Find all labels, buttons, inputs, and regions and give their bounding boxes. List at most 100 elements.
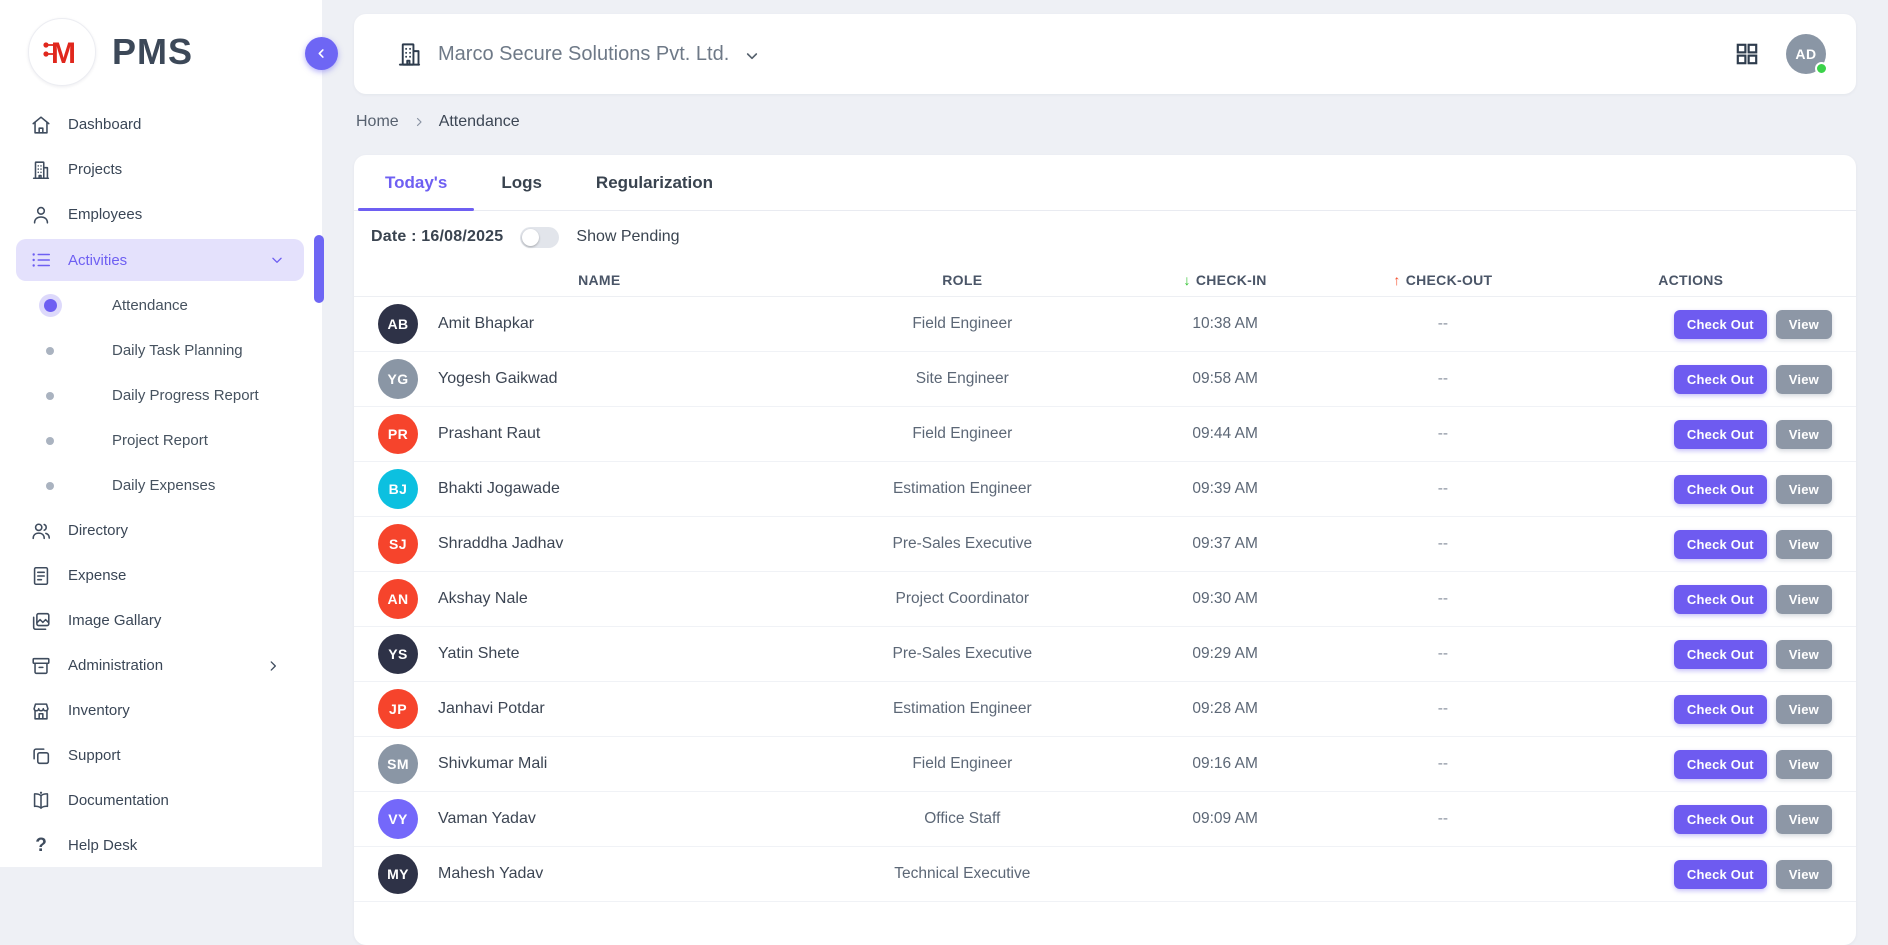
sidebar-item-administration[interactable]: Administration xyxy=(0,643,322,688)
check-in-time: 09:39 AM xyxy=(1120,480,1330,498)
sidebar-item-image-gallery[interactable]: Image Gallary xyxy=(0,598,322,643)
subitem-label: Project Report xyxy=(112,432,208,449)
sidebar-subitem-daily-progress-report[interactable]: Daily Progress Report xyxy=(0,373,322,418)
check-in-time: 09:09 AM xyxy=(1120,810,1330,828)
logo-mark-icon: M xyxy=(28,18,96,86)
employee-role: Estimation Engineer xyxy=(805,480,1120,498)
check-out-button[interactable]: Check Out xyxy=(1674,310,1767,339)
sidebar-subitem-project-report[interactable]: Project Report xyxy=(0,418,322,463)
column-header-check-out[interactable]: ↑CHECK-OUT xyxy=(1330,272,1555,288)
view-button[interactable]: View xyxy=(1776,640,1832,669)
sidebar-subitem-attendance[interactable]: Attendance xyxy=(0,283,322,328)
bullet-dot xyxy=(46,347,54,355)
subitem-label: Daily Task Planning xyxy=(112,342,243,359)
top-header: Marco Secure Solutions Pvt. Ltd. AD xyxy=(354,14,1856,94)
breadcrumb-home[interactable]: Home xyxy=(356,113,399,131)
check-out-button[interactable]: Check Out xyxy=(1674,585,1767,614)
check-in-time: 10:38 AM xyxy=(1120,315,1330,333)
check-out-time: -- xyxy=(1330,480,1555,498)
list-icon xyxy=(30,249,52,271)
check-out-button[interactable]: Check Out xyxy=(1674,805,1767,834)
receipt-icon xyxy=(30,565,52,587)
table-body: ABAmit Bhapkar Field Engineer 10:38 AM -… xyxy=(354,297,1856,902)
view-button[interactable]: View xyxy=(1776,860,1832,889)
office-building-icon xyxy=(396,41,423,68)
sidebar-item-expense[interactable]: Expense xyxy=(0,553,322,598)
sidebar-subitem-daily-task-planning[interactable]: Daily Task Planning xyxy=(0,328,322,373)
sidebar-item-help-desk[interactable]: ? Help Desk xyxy=(0,823,322,868)
apps-grid-icon[interactable] xyxy=(1734,41,1760,67)
image-icon xyxy=(30,610,52,632)
employee-name: Yogesh Gaikwad xyxy=(438,370,558,388)
employee-role: Office Staff xyxy=(805,810,1120,828)
store-icon xyxy=(30,700,52,722)
view-button[interactable]: View xyxy=(1776,365,1832,394)
tab-todays[interactable]: Today's xyxy=(358,155,474,210)
archive-icon xyxy=(30,655,52,677)
arrow-up-icon: ↑ xyxy=(1393,272,1400,288)
user-icon xyxy=(30,204,52,226)
view-button[interactable]: View xyxy=(1776,750,1832,779)
employee-name: Amit Bhapkar xyxy=(438,315,534,333)
sidebar-item-documentation[interactable]: Documentation xyxy=(0,778,322,823)
chevron-right-icon xyxy=(266,659,280,673)
employee-name: Bhakti Jogawade xyxy=(438,480,560,498)
avatar: SJ xyxy=(378,524,418,564)
user-avatar[interactable]: AD xyxy=(1786,34,1826,74)
view-button[interactable]: View xyxy=(1776,805,1832,834)
sidebar-item-label: Directory xyxy=(68,522,128,539)
view-button[interactable]: View xyxy=(1776,310,1832,339)
show-pending-toggle[interactable] xyxy=(520,227,559,248)
view-button[interactable]: View xyxy=(1776,530,1832,559)
column-header-role: ROLE xyxy=(805,272,1120,288)
check-out-button[interactable]: Check Out xyxy=(1674,530,1767,559)
employee-role: Project Coordinator xyxy=(805,590,1120,608)
sidebar-item-inventory[interactable]: Inventory xyxy=(0,688,322,733)
sidebar-item-projects[interactable]: Projects xyxy=(0,147,322,192)
check-out-button[interactable]: Check Out xyxy=(1674,695,1767,724)
employee-role: Field Engineer xyxy=(805,315,1120,333)
sidebar-scrollbar-thumb[interactable] xyxy=(314,235,324,303)
check-out-button[interactable]: Check Out xyxy=(1674,420,1767,449)
check-out-time: -- xyxy=(1330,645,1555,663)
check-out-button[interactable]: Check Out xyxy=(1674,750,1767,779)
view-button[interactable]: View xyxy=(1776,585,1832,614)
check-in-time: 09:29 AM xyxy=(1120,645,1330,663)
avatar: MY xyxy=(378,854,418,894)
sidebar-item-dashboard[interactable]: Dashboard xyxy=(0,102,322,147)
check-out-button[interactable]: Check Out xyxy=(1674,640,1767,669)
check-out-button[interactable]: Check Out xyxy=(1674,475,1767,504)
users-icon xyxy=(30,520,52,542)
online-status-dot xyxy=(1815,62,1828,75)
check-out-button[interactable]: Check Out xyxy=(1674,365,1767,394)
book-icon xyxy=(30,790,52,812)
employee-role: Pre-Sales Executive xyxy=(805,535,1120,553)
question-icon: ? xyxy=(30,835,52,857)
employee-name: Akshay Nale xyxy=(438,590,528,608)
sidebar-item-employees[interactable]: Employees xyxy=(0,192,322,237)
tab-regularization[interactable]: Regularization xyxy=(569,155,740,210)
tab-logs[interactable]: Logs xyxy=(474,155,569,210)
sidebar-item-support[interactable]: Support xyxy=(0,733,322,778)
employee-role: Estimation Engineer xyxy=(805,700,1120,718)
view-button[interactable]: View xyxy=(1776,475,1832,504)
check-out-time: -- xyxy=(1330,315,1555,333)
breadcrumb: Home Attendance xyxy=(356,113,520,131)
view-button[interactable]: View xyxy=(1776,695,1832,724)
avatar: YS xyxy=(378,634,418,674)
employee-name: Mahesh Yadav xyxy=(438,865,543,883)
check-in-time: 09:16 AM xyxy=(1120,755,1330,773)
sidebar-collapse-button[interactable] xyxy=(305,37,338,70)
company-selector[interactable]: Marco Secure Solutions Pvt. Ltd. xyxy=(396,41,760,68)
check-out-button[interactable]: Check Out xyxy=(1674,860,1767,889)
sidebar-item-label: Help Desk xyxy=(68,837,137,854)
sidebar-item-activities[interactable]: Activities xyxy=(16,239,304,281)
attendance-card: Today's Logs Regularization Date : 16/08… xyxy=(354,155,1856,945)
column-header-check-in[interactable]: ↓CHECK-IN xyxy=(1120,272,1330,288)
view-button[interactable]: View xyxy=(1776,420,1832,449)
table-row: ABAmit Bhapkar Field Engineer 10:38 AM -… xyxy=(354,297,1856,352)
sidebar-subitem-daily-expenses[interactable]: Daily Expenses xyxy=(0,463,322,508)
breadcrumb-current: Attendance xyxy=(439,113,520,131)
employee-name: Vaman Yadav xyxy=(438,810,536,828)
sidebar-item-directory[interactable]: Directory xyxy=(0,508,322,553)
